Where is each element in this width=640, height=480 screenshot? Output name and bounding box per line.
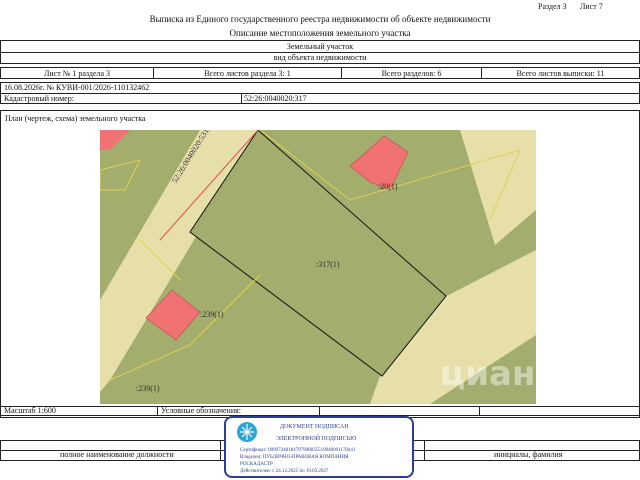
object-type-box: Земельный участок вид объекта недвижимос… (0, 40, 640, 64)
cadastral-number: 52:26:0040020:317 (244, 94, 307, 103)
object-type-caption: вид объекта недвижимости (273, 53, 367, 62)
stamp-validity: Действителен: с 24.12.2025 по 19.03.2027 (240, 469, 329, 474)
watermark: циан (440, 354, 536, 394)
stamp-title-2: ЭЛЕКТРОННОЙ ПОДПИСЬЮ (276, 436, 357, 442)
west-parcel-label: :239(1) (200, 310, 224, 319)
object-type: Земельный участок (286, 42, 354, 51)
registry-info-box: 16.08.2026г. № КУВИ-001/2026-110132462 К… (0, 82, 640, 104)
parcel-map: :317(1) :20(1) :239(1) :239(1) 52:26:004… (100, 130, 536, 404)
stamp-organization: РОСКАДАСТР (240, 462, 273, 467)
southwest-parcel-label: :239(1) (136, 384, 160, 393)
electronic-signature-stamp: ДОКУМЕНТ ПОДПИСАН ЭЛЕКТРОННОЙ ПОДПИСЬЮ С… (224, 416, 414, 478)
position-caption: полное наименование должности (60, 450, 174, 459)
sections-total: Всего разделов: 6 (341, 68, 481, 78)
sheets-in-section: Всего листов раздела 3: 1 (153, 68, 341, 78)
scale-label: Масштаб 1:600 (4, 406, 56, 415)
sheet-row: Лист № 1 раздела 3 Всего листов раздела … (0, 67, 640, 79)
legend-label: Условные обозначения: (161, 406, 242, 415)
stamp-owner: Владелец: ПУБЛИЧНО-ПРАВОВАЯ КОМПАНИЯ (240, 455, 349, 460)
stamp-certificate: Сертификат: 0099734818479799883551994000… (240, 448, 356, 453)
emblem-icon (237, 422, 257, 442)
initials-caption: инициалы, фамилия (494, 450, 563, 459)
document-subtitle: Описание местоположения земельного участ… (229, 28, 411, 38)
stamp-title: ДОКУМЕНТ ПОДПИСАН (280, 424, 349, 430)
main-parcel-label: :317(1) (316, 260, 340, 269)
sheet-number: Лист № 1 раздела 3 (43, 68, 111, 78)
scale-row: Масштаб 1:600 Условные обозначения: (0, 406, 640, 416)
north-parcel-label: :20(1) (378, 182, 398, 191)
sheets-total: Всего листов выписки: 11 (481, 68, 639, 78)
plan-title: План (чертеж, схема) земельного участка (5, 114, 146, 123)
document-number: 16.08.2026г. № КУВИ-001/2026-110132462 (4, 83, 150, 92)
sheet-label: Лист 7 (580, 2, 603, 11)
cadastral-label: Кадастровый номер: (4, 94, 74, 103)
section-label: Раздел 3 (538, 2, 567, 11)
document-title: Выписка из Единого государственного реес… (149, 14, 491, 24)
